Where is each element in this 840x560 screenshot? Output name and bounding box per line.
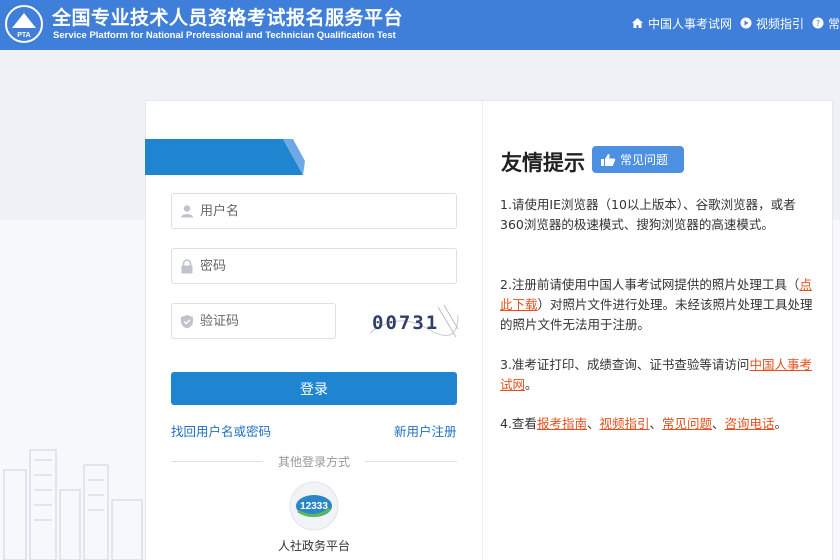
username-input[interactable]	[200, 203, 456, 219]
tip-photo-tool: 2.注册前请使用中国人事考试网提供的照片处理工具（点此下载）对照片文件进行处理。…	[500, 275, 818, 335]
tip-resources: 4.查看报考指南、视频指引、常见问题、咨询电话。	[500, 414, 818, 434]
login-tab-banner	[145, 139, 305, 175]
register-link[interactable]: 新用户注册	[394, 421, 457, 440]
exam-guide-link[interactable]: 报考指南	[537, 416, 587, 431]
faq-badge-button[interactable]: 常见问题	[592, 146, 684, 173]
nav-faq[interactable]: ? 常	[812, 15, 840, 32]
gov-platform-label[interactable]: 人社政务平台	[266, 537, 362, 554]
tip3-prefix: 3.准考证打印、成绩查询、证书查验等请访问	[500, 357, 750, 372]
consult-phone-link[interactable]: 咨询电话	[725, 416, 775, 431]
site-subtitle: Service Platform for National Profession…	[53, 30, 396, 41]
captcha-field[interactable]	[171, 303, 336, 339]
home-icon	[631, 18, 643, 28]
pta-logo-icon: PTA	[5, 5, 43, 43]
nav-video-guide[interactable]: 视频指引	[740, 15, 804, 32]
nav-faq-label: 常	[827, 16, 840, 31]
login-tab-title: 考生登录	[170, 109, 250, 133]
city-skyline-decoration	[3, 449, 143, 560]
password-input[interactable]	[200, 258, 456, 274]
tip-admission: 3.准考证打印、成绩查询、证书查验等请访问中国人事考试网。	[500, 355, 818, 395]
svg-text:?: ?	[816, 19, 820, 28]
tip4-sep1: 、	[586, 416, 600, 431]
password-field[interactable]	[171, 248, 457, 284]
username-field[interactable]	[171, 193, 457, 229]
faq-badge-label: 常见问题	[620, 153, 669, 167]
help-icon: ?	[812, 17, 824, 29]
tip3-suffix: 。	[525, 377, 538, 392]
top-header: PTA 全国专业技术人员资格考试报名服务平台 Service Platform …	[0, 0, 840, 50]
gov-platform-badge: 12333	[300, 501, 328, 512]
login-card: 考生登录 00731 登录 找回用户名或密码 新用户注册 其他登录方式 1233…	[145, 100, 833, 560]
tip4-sep2: 、	[649, 416, 662, 431]
login-button[interactable]: 登录	[171, 372, 457, 405]
shield-icon	[181, 314, 193, 328]
tip2-suffix: ）对照片文件进行处理。未经该照片处理工具处理的照片文件无法用于注册。	[500, 297, 813, 332]
captcha-input[interactable]	[200, 313, 335, 329]
tip2-prefix: 2.注册前请使用中国人事考试网提供的照片处理工具（	[500, 277, 800, 292]
top-nav: 中国人事考试网 视频指引 ? 常	[623, 15, 840, 31]
gov-platform-icon[interactable]: 12333	[289, 481, 339, 531]
tip4-sep3: 、	[712, 416, 725, 431]
nav-video-guide-label: 视频指引	[755, 16, 804, 31]
tip4-suffix: 。	[774, 416, 788, 431]
nav-cpta-site[interactable]: 中国人事考试网	[631, 15, 732, 32]
captcha-image[interactable]: 00731	[368, 303, 460, 339]
site-title: 全国专业技术人员资格考试报名服务平台	[52, 7, 404, 29]
captcha-text: 00731	[372, 312, 439, 334]
user-icon	[181, 205, 193, 218]
nav-cpta-site-label: 中国人事考试网	[647, 16, 732, 31]
faq-link[interactable]: 常见问题	[662, 416, 712, 431]
video-guide-link[interactable]: 视频指引	[599, 416, 649, 431]
tips-title: 友情提示	[501, 151, 585, 175]
thumb-pointer-icon	[601, 153, 616, 166]
other-login-divider: 其他登录方式	[171, 453, 457, 469]
lock-icon	[181, 258, 193, 273]
forgot-credentials-link[interactable]: 找回用户名或密码	[171, 421, 271, 440]
play-icon	[740, 17, 752, 29]
card-divider	[482, 101, 483, 560]
tip-browser: 1.请使用IE浏览器（10以上版本）、谷歌浏览器，或者360浏览器的极速模式、搜…	[500, 197, 796, 232]
logo-text: PTA	[17, 32, 30, 39]
tip4-prefix: 4.查看	[500, 416, 537, 431]
